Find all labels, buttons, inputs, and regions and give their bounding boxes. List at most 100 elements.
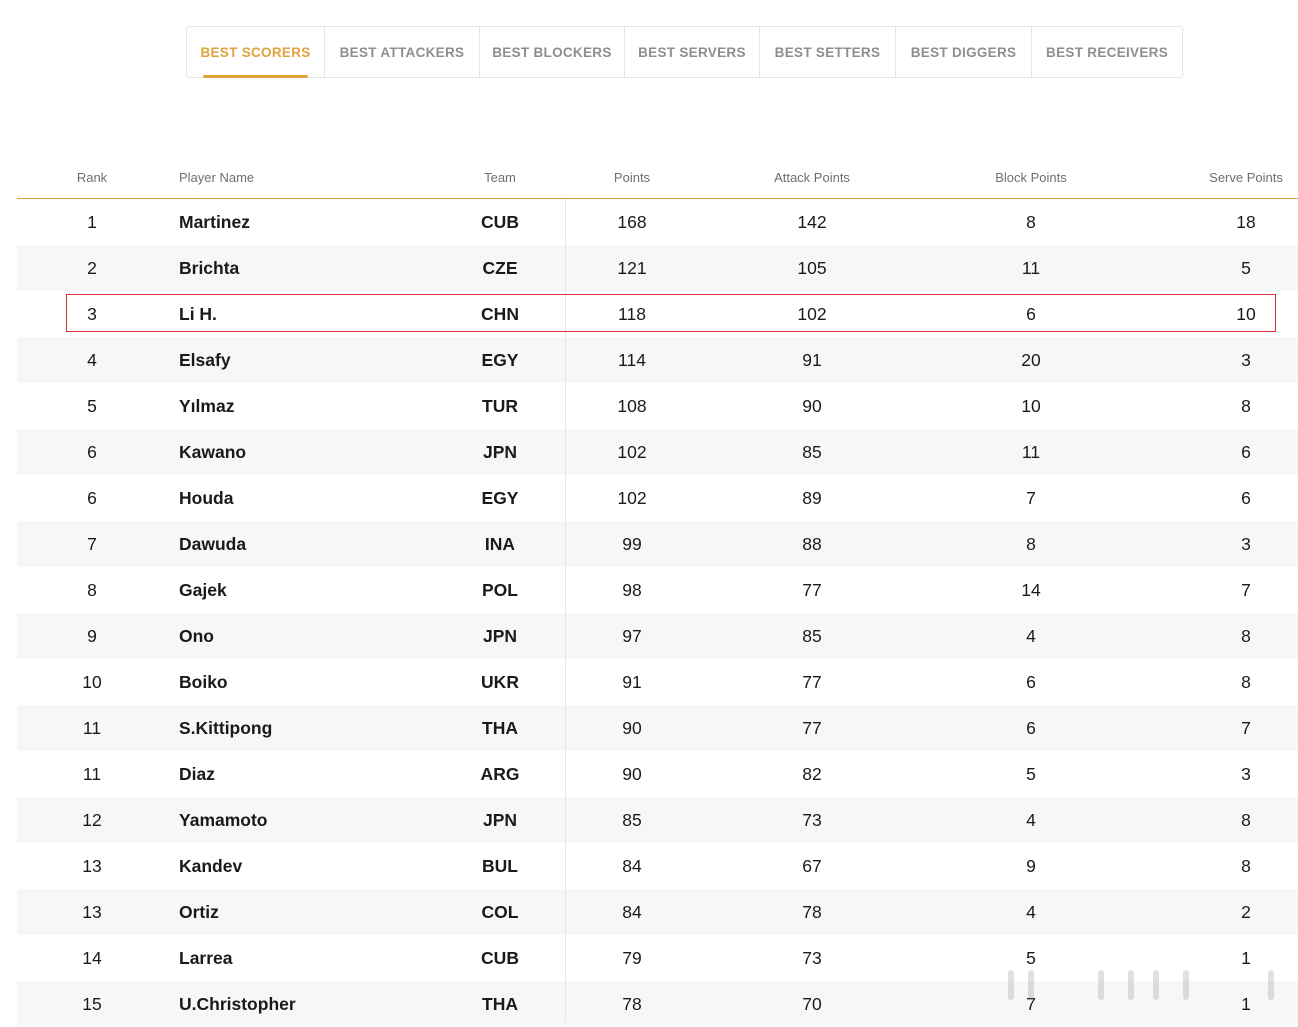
table-row: 8 Gajek POL 98 77 14 7 [17, 567, 1298, 613]
points-cell: 121 [617, 258, 647, 278]
block-points-cell: 4 [1026, 626, 1036, 646]
tab-best-setters[interactable]: BEST SETTERS [760, 27, 897, 77]
table-row: 5 Yılmaz TUR 108 90 10 8 [17, 383, 1298, 429]
points-cell: 84 [622, 902, 642, 922]
attack-points-cell: 73 [802, 810, 822, 830]
team-cell: BUL [482, 856, 518, 876]
serve-points-cell: 6 [1241, 488, 1251, 508]
serve-points-cell: 8 [1241, 396, 1251, 416]
attack-points-cell: 78 [802, 902, 822, 922]
header-team[interactable]: Team [484, 170, 516, 185]
player-name-cell[interactable]: S.Kittipong [179, 705, 272, 751]
points-cell: 90 [622, 718, 642, 738]
player-name-cell[interactable]: Yamamoto [179, 797, 268, 843]
tab-best-scorers[interactable]: BEST SCORERS [187, 27, 326, 78]
header-serve-points[interactable]: Serve Points [1209, 170, 1283, 185]
player-name-cell[interactable]: Dawuda [179, 521, 246, 567]
header-points[interactable]: Points [614, 170, 650, 185]
tab-best-blockers[interactable]: BEST BLOCKERS [480, 27, 625, 77]
attack-points-cell: 85 [802, 626, 822, 646]
table-row: 3 Li H. CHN 118 102 6 10 [17, 291, 1298, 337]
serve-points-cell: 8 [1241, 626, 1251, 646]
player-name-cell[interactable]: Kandev [179, 843, 242, 889]
tab-best-servers[interactable]: BEST SERVERS [625, 27, 760, 77]
player-name-cell[interactable]: Diaz [179, 751, 215, 797]
points-cell: 168 [617, 212, 647, 232]
player-name-cell[interactable]: Ono [179, 613, 214, 659]
block-points-cell: 14 [1021, 580, 1041, 600]
table-row: 9 Ono JPN 97 85 4 8 [17, 613, 1298, 659]
rank-cell: 3 [87, 304, 97, 324]
tab-label: BEST BLOCKERS [492, 44, 612, 60]
player-name-cell[interactable]: Larrea [179, 935, 233, 981]
attack-points-cell: 77 [802, 672, 822, 692]
player-name-cell[interactable]: U.Christopher [179, 981, 296, 1027]
header-block-points[interactable]: Block Points [995, 170, 1067, 185]
team-cell: INA [484, 534, 516, 554]
points-cell: 90 [622, 764, 642, 784]
player-name-cell[interactable]: Martinez [179, 199, 250, 245]
attack-points-cell: 82 [802, 764, 822, 784]
table-header: Rank Player Name Team Points Attack Poin… [17, 156, 1298, 199]
tab-label: BEST DIGGERS [910, 44, 1017, 60]
rank-cell: 10 [82, 672, 102, 692]
player-name-cell[interactable]: Ortiz [179, 889, 219, 935]
player-name-cell[interactable]: Yılmaz [179, 383, 234, 429]
player-name-cell[interactable]: Elsafy [179, 337, 231, 383]
block-points-cell: 4 [1026, 810, 1036, 830]
tab-best-diggers[interactable]: BEST DIGGERS [896, 27, 1033, 77]
tab-label: BEST RECEIVERS [1046, 44, 1169, 60]
points-cell: 84 [622, 856, 642, 876]
rank-cell: 15 [82, 994, 102, 1014]
table-row: 13 Kandev BUL 84 67 9 8 [17, 843, 1298, 889]
rank-cell: 1 [87, 212, 97, 232]
table-row: 10 Boiko UKR 91 77 6 8 [17, 659, 1298, 705]
attack-points-cell: 77 [802, 580, 822, 600]
player-name-cell[interactable]: Boiko [179, 659, 228, 705]
team-cell: TUR [482, 396, 518, 416]
block-points-cell: 4 [1026, 902, 1036, 922]
tab-label: BEST ATTACKERS [339, 44, 465, 60]
serve-points-cell: 8 [1241, 856, 1251, 876]
player-name-cell[interactable]: Gajek [179, 567, 227, 613]
team-cell: CUB [481, 212, 519, 232]
tab-best-attackers[interactable]: BEST ATTACKERS [325, 27, 480, 77]
team-cell: THA [482, 718, 518, 738]
block-points-cell: 8 [1026, 534, 1036, 554]
block-points-cell: 11 [1021, 442, 1041, 462]
column-divider [565, 199, 566, 1023]
watermark-overlay [1008, 966, 1288, 1006]
team-cell: JPN [482, 442, 518, 462]
attack-points-cell: 73 [802, 948, 822, 968]
serve-points-cell: 6 [1241, 442, 1251, 462]
team-cell: THA [482, 994, 518, 1014]
table-row: 6 Houda EGY 102 89 7 6 [17, 475, 1298, 521]
serve-points-cell: 3 [1241, 534, 1251, 554]
team-cell: CHN [481, 304, 519, 324]
player-name-cell[interactable]: Li H. [179, 291, 217, 337]
table-row: 4 Elsafy EGY 114 91 20 3 [17, 337, 1298, 383]
attack-points-cell: 142 [797, 212, 827, 232]
attack-points-cell: 77 [802, 718, 822, 738]
header-player-name[interactable]: Player Name [179, 170, 254, 185]
points-cell: 78 [622, 994, 642, 1014]
block-points-cell: 6 [1026, 718, 1036, 738]
header-attack-points[interactable]: Attack Points [774, 170, 850, 185]
table-row: 2 Brichta CZE 121 105 11 5 [17, 245, 1298, 291]
serve-points-cell: 7 [1241, 718, 1251, 738]
player-name-cell[interactable]: Brichta [179, 245, 239, 291]
tab-best-receivers[interactable]: BEST RECEIVERS [1032, 27, 1182, 77]
team-cell: COL [481, 902, 519, 922]
block-points-cell: 9 [1026, 856, 1036, 876]
player-name-cell[interactable]: Kawano [179, 429, 246, 475]
attack-points-cell: 102 [797, 304, 827, 324]
player-name-cell[interactable]: Houda [179, 475, 233, 521]
team-cell: ARG [480, 764, 520, 784]
team-cell: POL [482, 580, 518, 600]
header-rank[interactable]: Rank [77, 170, 107, 185]
points-cell: 79 [622, 948, 642, 968]
serve-points-cell: 3 [1241, 764, 1251, 784]
block-points-cell: 6 [1026, 304, 1036, 324]
serve-points-cell: 7 [1241, 580, 1251, 600]
points-cell: 91 [622, 672, 642, 692]
